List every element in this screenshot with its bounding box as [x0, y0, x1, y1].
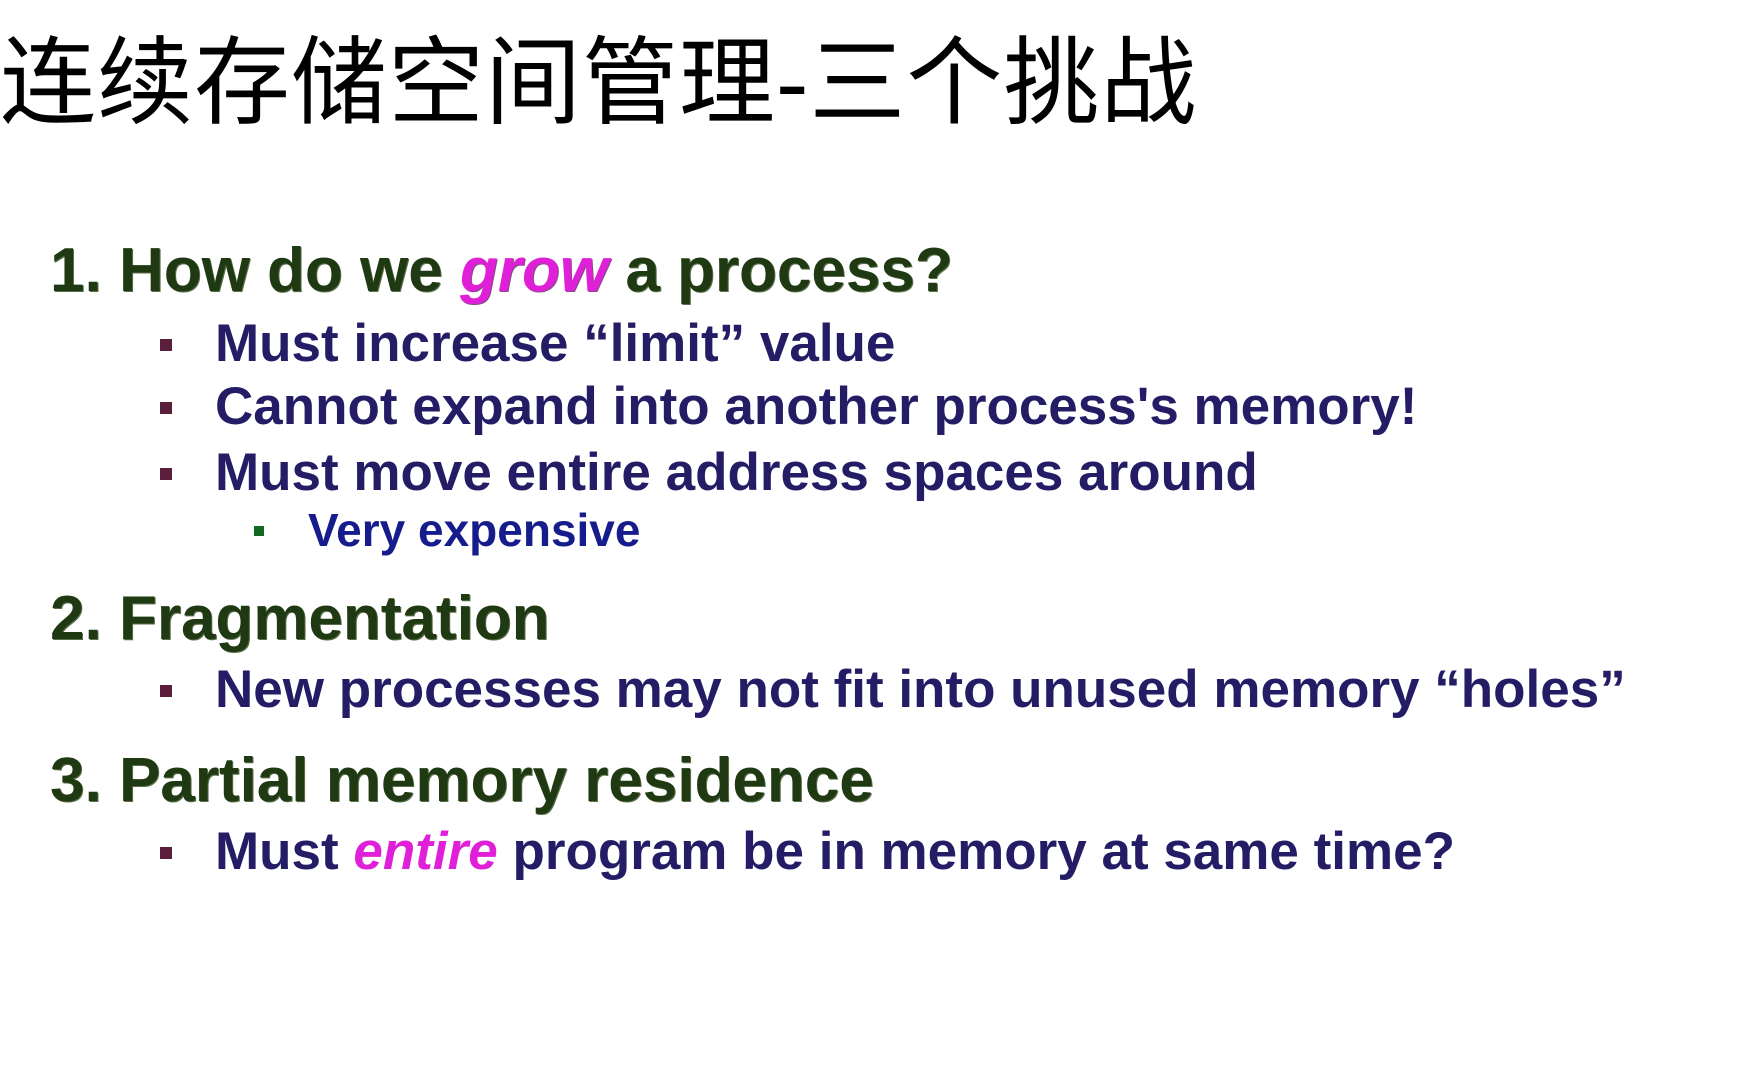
slide: 连续存储空间管理-三个挑战 1. How do we grow a proces… [0, 0, 1758, 1065]
section-3-heading: 3. Partial memory residence [50, 750, 874, 812]
section-3-number: 3. [50, 746, 102, 815]
section-1-heading-after: a process? [625, 236, 953, 305]
bullet-text: Must entire program be in memory at same… [215, 825, 1455, 878]
bullet-text-emphasis: entire [353, 822, 498, 881]
section-3-heading-text: Partial memory residence [118, 746, 874, 815]
slide-title: 连续存储空间管理-三个挑战 [0, 27, 1198, 139]
square-bullet-icon [160, 685, 172, 697]
square-bullet-icon [160, 847, 172, 859]
section-1-heading-before: How do we [118, 236, 443, 305]
section-1-number: 1. [50, 236, 102, 305]
square-bullet-icon [160, 402, 172, 414]
square-bullet-icon [160, 468, 172, 480]
bullet-text-before: Must [215, 822, 339, 881]
section-1-heading: 1. How do we grow a process? [50, 240, 953, 302]
square-bullet-icon [160, 339, 172, 351]
bullet-text: New processes may not fit into unused me… [215, 660, 1626, 719]
bullet-text: Cannot expand into another process's mem… [215, 377, 1418, 436]
square-bullet-icon [254, 526, 264, 536]
bullet-text: Must increase “limit” value [215, 314, 896, 373]
bullet-text-after: program be in memory at same time? [512, 822, 1455, 881]
section-2-heading: 2. Fragmentation [50, 588, 550, 650]
bullet-text: Must move entire address spaces around [215, 443, 1258, 502]
section-2-heading-text: Fragmentation [118, 584, 550, 653]
section-2-number: 2. [50, 584, 102, 653]
sub-bullet-text: Very expensive [308, 504, 641, 556]
section-1-heading-emphasis: grow [459, 236, 609, 305]
